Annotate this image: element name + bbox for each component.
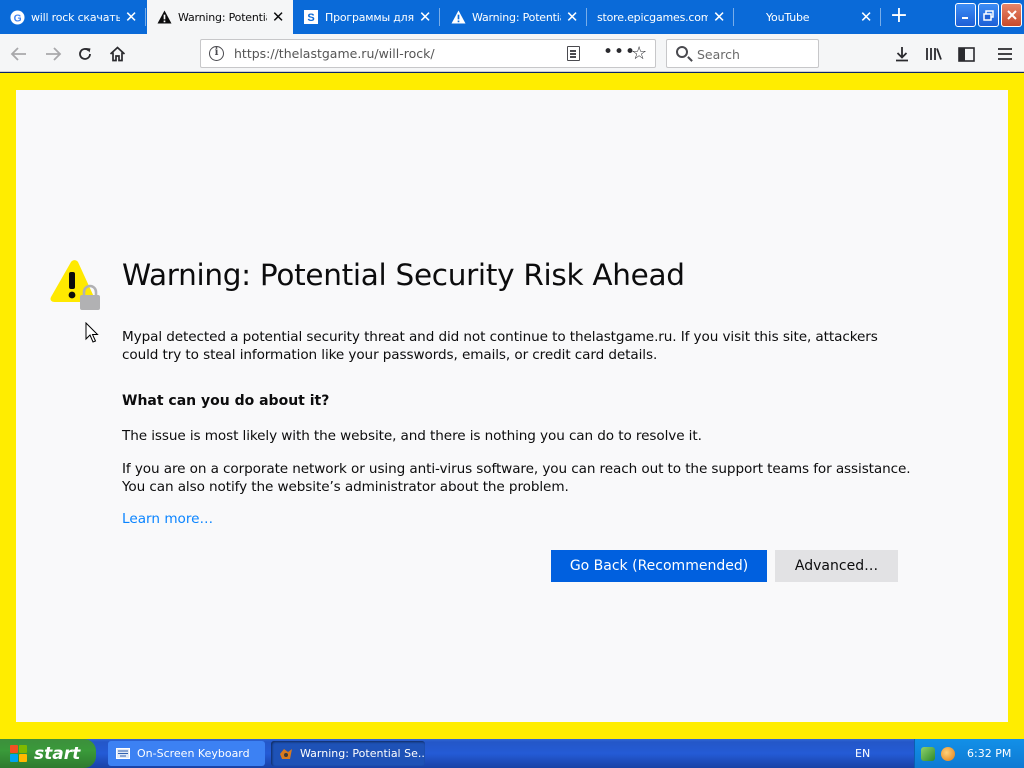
mypal-icon [279,748,293,760]
search-icon [676,46,688,58]
forward-arrow-icon [46,47,62,61]
windows-logo-icon [10,744,28,763]
download-icon [896,47,908,62]
issue-explanation: The issue is most likely with the websit… [122,428,702,444]
tab-title: Warning: Potential [178,10,267,24]
tab-epicgames[interactable]: store.epicgames.com/ ✕ [588,0,734,34]
bookmark-star-icon[interactable]: ☆ [631,43,647,64]
taskbar-item-browser[interactable]: Warning: Potential Se... [271,741,425,766]
site-info-icon[interactable]: i [209,46,224,61]
minimize-button[interactable] [955,3,976,27]
go-back-button[interactable]: Go Back (Recommended) [551,550,767,582]
url-bar[interactable]: i https://thelastgame.ru/will-rock/ ••• … [200,39,656,68]
tab-programs[interactable]: S Программы для W ✕ [294,0,440,34]
network-tray-icon[interactable] [921,746,935,761]
search-tray-icon[interactable] [941,746,955,761]
taskbar: start On-Screen Keyboard Warning: Potent… [0,739,1024,768]
downloads-button[interactable] [889,41,915,67]
tab-warning-active[interactable]: Warning: Potential ✕ [147,0,293,34]
page-title: Warning: Potential Security Risk Ahead [122,258,685,292]
restore-icon [983,9,994,21]
home-icon [109,46,125,62]
tab-warning-2[interactable]: Warning: Potential ✕ [441,0,587,34]
tab-title: YouTube [766,10,810,24]
warning-lock-icon [47,260,101,314]
error-page: Warning: Potential Security Risk Ahead M… [16,90,1008,722]
reload-button[interactable] [72,41,98,67]
yellow-warning-frame: Warning: Potential Security Risk Ahead M… [0,73,1024,739]
start-label: start [34,743,81,764]
close-icon [1006,10,1017,20]
back-arrow-icon [10,47,26,61]
library-button[interactable] [921,41,947,67]
svg-text:S: S [307,12,314,24]
start-button[interactable]: start [0,739,96,768]
tab-title: Warning: Potential [472,10,561,24]
keyboard-icon [116,747,130,760]
close-window-button[interactable] [1001,3,1022,27]
sidebar-button[interactable] [953,41,979,67]
tab-title: Программы для W [325,10,414,24]
taskbar-item-label: On-Screen Keyboard [137,747,250,760]
menu-button[interactable] [992,41,1018,67]
warning-icon [450,9,466,25]
language-indicator[interactable]: EN [855,747,870,760]
search-bar[interactable] [666,39,819,68]
new-tab-button[interactable]: + [882,4,916,30]
taskbar-item-keyboard[interactable]: On-Screen Keyboard [108,741,265,766]
close-tab-icon[interactable]: ✕ [712,10,726,25]
learn-more-link[interactable]: Learn more… [122,511,213,527]
tab-youtube[interactable]: YouTube ✕ [735,0,881,34]
close-tab-icon[interactable]: ✕ [418,10,432,25]
sidebar-icon [957,46,975,62]
forward-button[interactable] [40,41,66,67]
reader-view-icon[interactable] [567,46,580,61]
hamburger-menu-icon [998,48,1012,60]
minimize-icon [962,16,968,19]
what-can-you-do-heading: What can you do about it? [122,393,330,409]
close-tab-icon[interactable]: ✕ [271,10,285,25]
warning-icon [156,9,172,25]
tab-title: will rock скачать [31,10,120,24]
restore-button[interactable] [978,3,999,27]
clock[interactable]: 6:32 PM [967,747,1011,760]
screen: G will rock скачать ✕ Warning: Potential… [0,0,1024,768]
google-icon: G [9,9,25,25]
back-button[interactable] [6,41,32,67]
tab-will-rock[interactable]: G will rock скачать ✕ [0,0,146,34]
mouse-cursor-icon [85,322,99,343]
search-input[interactable] [697,45,812,63]
navigation-bar: i https://thelastgame.ru/will-rock/ ••• … [0,34,1024,72]
threat-description: Mypal detected a potential security thre… [122,329,878,363]
reload-icon [79,48,91,60]
url-text[interactable]: https://thelastgame.ru/will-rock/ [234,46,435,61]
svg-text:G: G [13,13,21,24]
system-tray: 6:32 PM [914,739,1024,768]
close-tab-icon[interactable]: ✕ [565,10,579,25]
library-icon [926,48,942,60]
home-button[interactable] [104,41,130,67]
close-tab-icon[interactable]: ✕ [124,10,138,25]
taskbar-item-label: Warning: Potential Se... [300,747,425,760]
tab-title: store.epicgames.com/ [597,10,708,24]
corporate-network-advice: If you are on a corporate network or usi… [122,461,911,495]
tab-strip: G will rock скачать ✕ Warning: Potential… [0,0,1024,34]
advanced-button[interactable]: Advanced… [775,550,898,582]
close-tab-icon[interactable]: ✕ [859,10,873,25]
site-s-icon: S [303,9,319,25]
